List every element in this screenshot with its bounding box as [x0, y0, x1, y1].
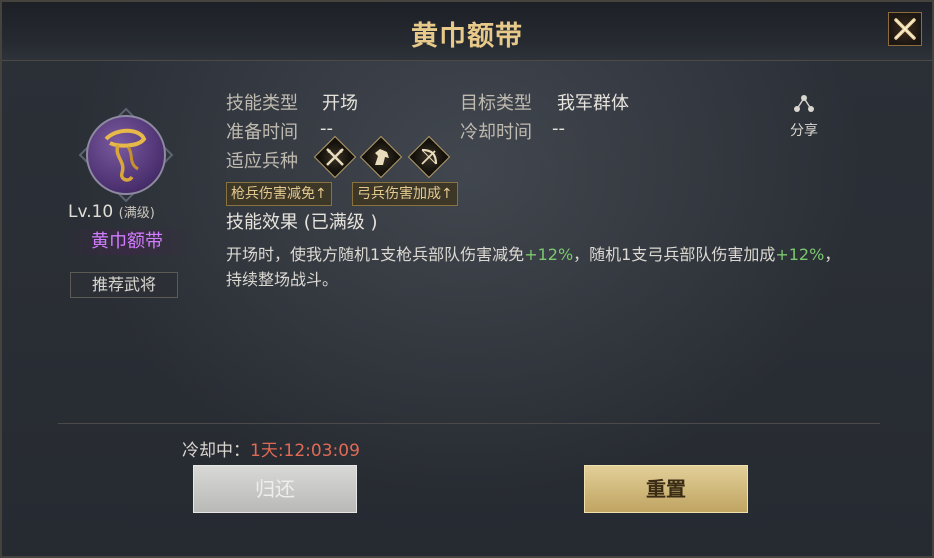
- cavalry-icon: [359, 135, 403, 179]
- skill-type-value: 开场: [322, 93, 358, 114]
- cooldown-status: 冷却中：1天:12:03:09: [182, 436, 360, 461]
- skill-icon: [86, 115, 166, 195]
- archer-icon: [407, 135, 451, 179]
- target-type-label: 目标类型: [460, 93, 532, 114]
- skill-icon-frame: [78, 107, 174, 203]
- cooldown-timer: 1天:12:03:09: [250, 441, 360, 461]
- share-label: 分享: [790, 123, 818, 139]
- close-button[interactable]: [888, 12, 922, 46]
- share-button[interactable]: 分享: [786, 94, 822, 140]
- skill-type-label: 技能类型: [226, 93, 298, 114]
- effect-title: 技能效果 (已满级 ): [226, 212, 378, 233]
- target-type-value: 我军群体: [557, 93, 629, 114]
- tag-spear-damage-reduction: 枪兵伤害减免↑: [226, 182, 332, 206]
- effect-text-1: 开场时，使我方随机1支枪兵部队伤害减免: [226, 245, 525, 264]
- reset-button[interactable]: 重置: [584, 465, 748, 513]
- skill-detail-dialog: 黄巾额带 Lv.10 (满级) 黄巾额带 推荐武将 技能类型 开场 目标类型 我…: [0, 0, 934, 558]
- title-bar: 黄巾额带: [2, 2, 932, 61]
- cooldown-status-label: 冷却中：: [182, 441, 250, 461]
- effect-text-2: ，随机1支弓兵部队伤害加成: [573, 245, 776, 264]
- close-icon: [894, 18, 916, 40]
- cooldown-time-value: --: [552, 118, 565, 139]
- skill-name: 黄巾额带: [62, 229, 192, 255]
- cooldown-time-label: 冷却时间: [460, 122, 532, 143]
- headband-icon: [104, 128, 147, 182]
- return-button[interactable]: 归还: [193, 465, 357, 513]
- share-icon: [794, 95, 814, 112]
- effect-value-1: +12%: [524, 245, 574, 264]
- spear-icon: [313, 135, 357, 179]
- skill-level: Lv.10 (满级): [68, 202, 188, 222]
- tag-archer-damage-bonus: 弓兵伤害加成↑: [352, 182, 458, 206]
- prep-time-label: 准备时间: [226, 122, 298, 143]
- level-note: (满级): [118, 206, 155, 221]
- effect-value-2: +12%: [775, 245, 825, 264]
- effect-description: 开场时，使我方随机1支枪兵部队伤害减免+12%，随机1支弓兵部队伤害加成+12%…: [226, 242, 846, 292]
- divider: [58, 423, 880, 424]
- dialog-title: 黄巾额带: [411, 21, 523, 52]
- recommend-general-button[interactable]: 推荐武将: [70, 272, 178, 298]
- level-value: Lv.10: [68, 202, 114, 222]
- troop-type-label: 适应兵种: [226, 151, 298, 172]
- prep-time-value: --: [320, 118, 333, 139]
